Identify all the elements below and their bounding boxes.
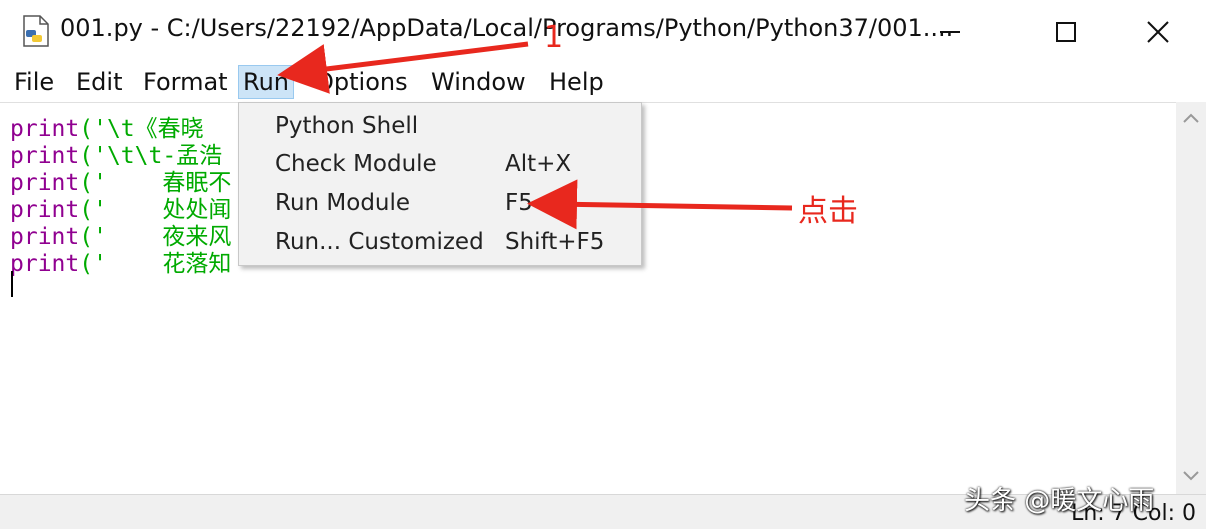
menu-item-run-customized[interactable]: Run... Customized Shift+F5 [239, 223, 639, 261]
menu-edit[interactable]: Edit [72, 66, 126, 98]
title-bar: 001.py - C:/Users/22192/AppData/Local/Pr… [0, 0, 1206, 62]
scroll-up-icon[interactable] [1183, 112, 1199, 124]
menu-format[interactable]: Format [139, 66, 232, 98]
text-caret [11, 271, 13, 297]
watermark: 头条 @暖文心雨 [964, 486, 1155, 516]
close-icon [1147, 21, 1169, 43]
python-file-icon [23, 15, 49, 47]
close-button[interactable] [1128, 10, 1188, 54]
minimize-button[interactable] [920, 10, 980, 54]
annotation-click-label: 点击 [798, 194, 858, 229]
scroll-down-icon[interactable] [1183, 470, 1199, 482]
menu-bar: File Edit Format Run Options Window Help [0, 62, 1206, 102]
menu-window[interactable]: Window [427, 66, 530, 98]
minimize-icon [940, 31, 960, 33]
maximize-icon [1056, 22, 1076, 42]
menu-options[interactable]: Options [311, 66, 412, 98]
vertical-scrollbar[interactable] [1176, 102, 1206, 494]
menu-item-python-shell[interactable]: Python Shell [239, 107, 639, 145]
run-menu-dropdown: Python Shell Check Module Alt+X Run Modu… [238, 102, 642, 266]
menu-help[interactable]: Help [545, 66, 608, 98]
menu-item-check-module[interactable]: Check Module Alt+X [239, 145, 639, 183]
window-title: 001.py - C:/Users/22192/AppData/Local/Pr… [60, 14, 954, 42]
menu-file[interactable]: File [10, 66, 58, 98]
code-line: print(' 花落知 [10, 251, 232, 277]
menu-run[interactable]: Run [238, 65, 295, 99]
menu-item-run-module[interactable]: Run Module F5 [239, 184, 639, 222]
annotation-step-number: 1 [544, 20, 564, 55]
maximize-button[interactable] [1036, 10, 1096, 54]
